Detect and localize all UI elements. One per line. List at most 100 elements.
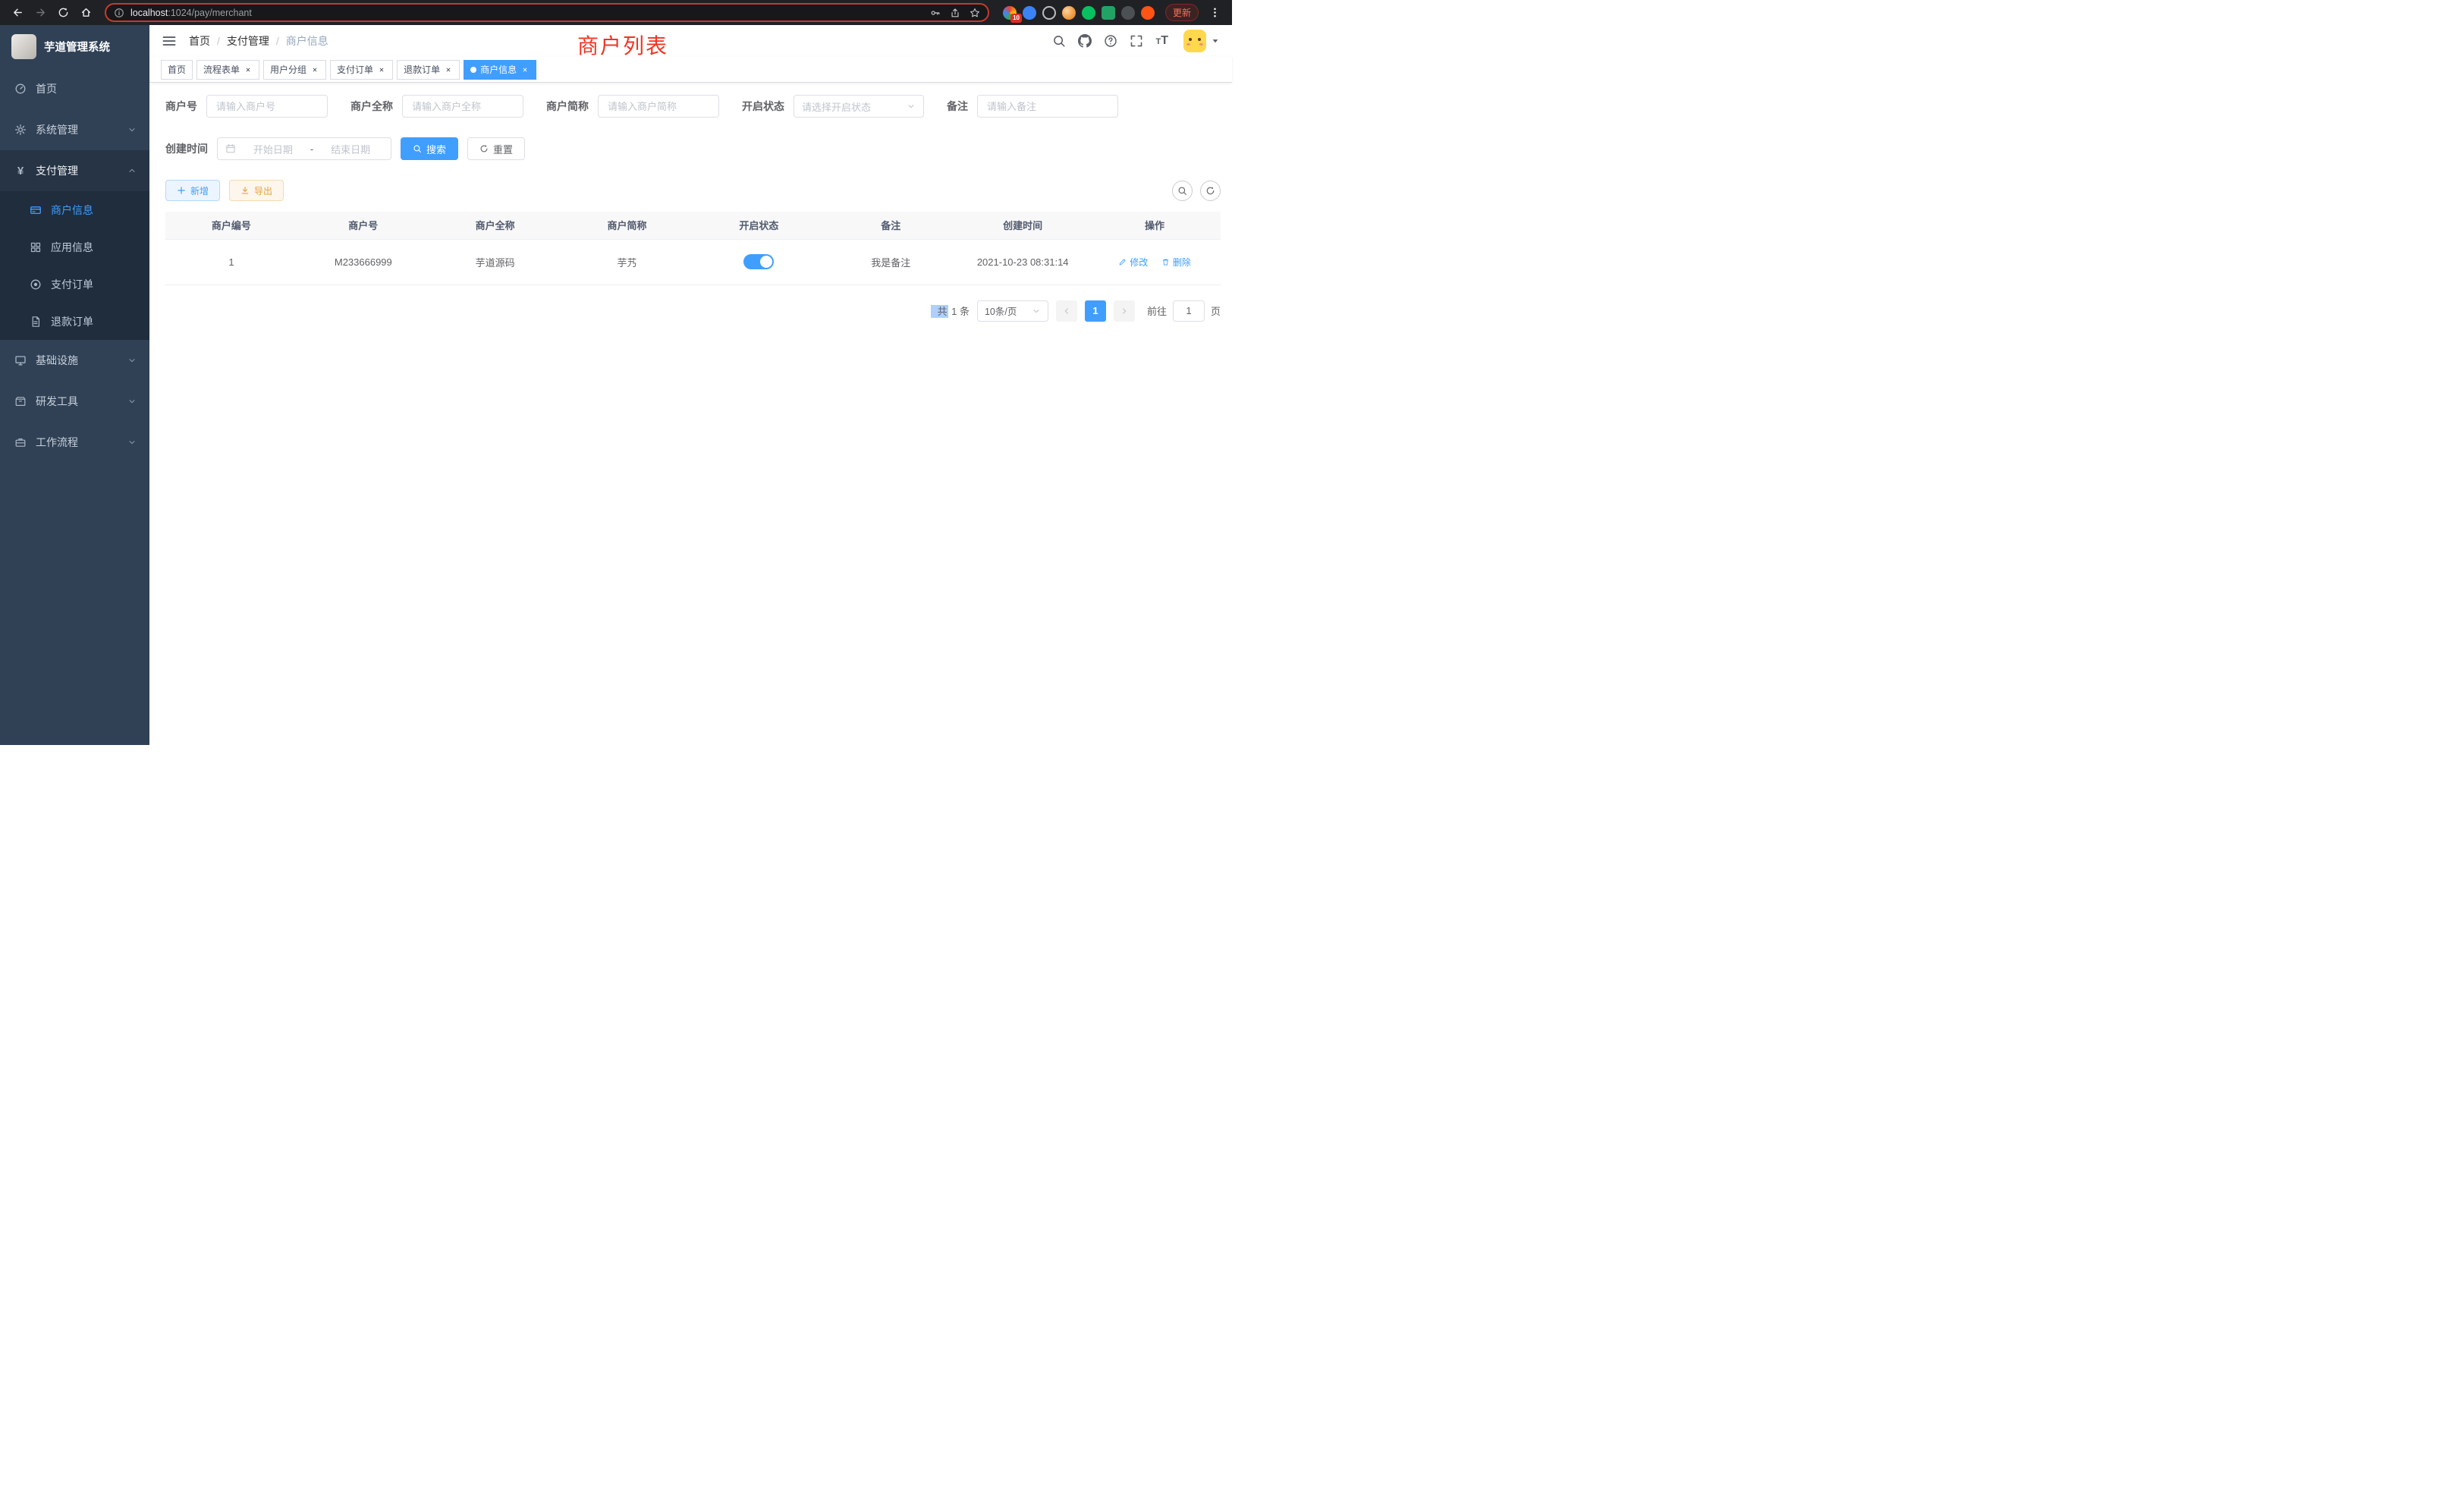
url-text: localhost:1024/pay/merchant	[130, 8, 924, 18]
help-icon[interactable]	[1104, 34, 1117, 48]
merchant-no-input[interactable]	[206, 95, 328, 118]
sidebar-subitem-app-info[interactable]: 应用信息	[0, 228, 149, 266]
browser-update-button[interactable]: 更新	[1165, 4, 1199, 21]
chevron-down-icon	[1032, 306, 1041, 316]
toggle-search-button[interactable]	[1172, 181, 1193, 201]
short-name-input[interactable]	[598, 95, 719, 118]
cell-actions: 修改 删除	[1089, 239, 1221, 284]
merchant-no-label: 商户号	[165, 99, 197, 114]
page-size-select[interactable]: 10条/页	[977, 300, 1048, 322]
add-button[interactable]: 新增	[165, 180, 220, 201]
remark-input[interactable]	[977, 95, 1118, 118]
home-icon[interactable]	[76, 3, 96, 23]
extension-icon-5[interactable]	[1082, 6, 1095, 20]
extension-icon-4[interactable]	[1062, 6, 1076, 20]
cell-status	[693, 239, 825, 284]
chevron-down-icon	[127, 397, 137, 406]
delete-link[interactable]: 删除	[1161, 256, 1191, 269]
forward-icon[interactable]	[30, 3, 50, 23]
status-toggle[interactable]	[743, 254, 774, 269]
search-icon	[413, 144, 422, 153]
next-page-button[interactable]	[1114, 300, 1135, 322]
bookmark-star-icon[interactable]	[970, 8, 980, 18]
extension-icon-8[interactable]	[1141, 6, 1155, 20]
close-icon[interactable]	[310, 65, 319, 74]
page-info-icon[interactable]	[114, 8, 124, 18]
reset-button[interactable]: 重置	[467, 137, 525, 160]
tab-user-group[interactable]: 用户分组	[263, 60, 326, 80]
payment-submenu: 商户信息 应用信息 支付订单 退款订单	[0, 191, 149, 340]
prev-page-button[interactable]	[1056, 300, 1077, 322]
col-merchant-id: 商户编号	[165, 212, 297, 239]
top-navbar: 首页 / 支付管理 / 商户信息 商户列表 TT	[149, 25, 1232, 57]
sidebar-subitem-merchant-info[interactable]: 商户信息	[0, 191, 149, 228]
tags-view: 首页 流程表单 用户分组 支付订单	[149, 57, 1232, 83]
close-icon[interactable]	[377, 65, 386, 74]
tab-refund-order[interactable]: 退款订单	[397, 60, 460, 80]
tab-merchant-info[interactable]: 商户信息	[464, 60, 536, 80]
extension-badge: 10	[1010, 14, 1022, 23]
breadcrumb-merchant-info: 商户信息	[286, 33, 328, 49]
close-icon[interactable]	[444, 65, 453, 74]
merchant-table: 商户编号 商户号 商户全称 商户简称 开启状态 备注 创建时间 操作 1	[165, 212, 1221, 285]
fullscreen-icon[interactable]	[1130, 34, 1143, 48]
sidebar-subitem-refund-order[interactable]: 退款订单	[0, 303, 149, 340]
create-time-range-picker[interactable]: 开始日期 - 结束日期	[217, 137, 391, 160]
share-icon[interactable]	[950, 8, 960, 18]
github-icon[interactable]	[1078, 34, 1092, 48]
reload-icon[interactable]	[53, 3, 73, 23]
grid-icon	[30, 241, 42, 253]
dashboard-icon	[14, 83, 27, 95]
browser-menu-icon[interactable]	[1205, 3, 1224, 23]
plus-icon	[177, 186, 186, 195]
address-bar[interactable]: localhost:1024/pay/merchant	[105, 3, 989, 22]
search-button[interactable]: 搜索	[401, 137, 458, 160]
sidebar-subitem-pay-order[interactable]: 支付订单	[0, 266, 149, 303]
close-icon[interactable]	[244, 65, 253, 74]
document-icon	[30, 316, 42, 328]
chevron-left-icon	[1062, 306, 1071, 316]
page-1-button[interactable]: 1	[1085, 300, 1106, 322]
tab-home[interactable]: 首页	[161, 60, 193, 80]
extension-icon-3[interactable]	[1042, 6, 1056, 20]
password-key-icon[interactable]	[930, 8, 941, 18]
goto-page-input[interactable]	[1173, 300, 1205, 322]
table-toolbar: 新增 导出	[165, 180, 1221, 201]
extension-icon-7[interactable]	[1121, 6, 1135, 20]
briefcase-icon	[14, 436, 27, 448]
cell-remark: 我是备注	[825, 239, 957, 284]
status-label: 开启状态	[742, 99, 784, 114]
tab-process-form[interactable]: 流程表单	[196, 60, 259, 80]
sidebar-item-infrastructure[interactable]: 基础设施	[0, 340, 149, 381]
extension-icon-2[interactable]	[1023, 6, 1036, 20]
extension-icon-6[interactable]	[1102, 6, 1115, 20]
close-icon[interactable]	[520, 65, 530, 74]
back-icon[interactable]	[8, 3, 27, 23]
calendar-icon	[225, 143, 236, 154]
browser-toolbar: localhost:1024/pay/merchant 10 更新	[0, 0, 1232, 25]
sidebar-item-devtools[interactable]: 研发工具	[0, 381, 149, 422]
font-size-icon[interactable]: TT	[1155, 35, 1168, 47]
status-select[interactable]: 请选择开启状态	[794, 95, 924, 118]
credit-card-icon	[30, 204, 42, 216]
yen-icon: ¥	[14, 165, 27, 177]
hamburger-icon[interactable]	[162, 33, 177, 49]
breadcrumb-payment[interactable]: 支付管理	[227, 33, 269, 49]
sidebar-item-home[interactable]: 首页	[0, 68, 149, 109]
user-avatar-menu[interactable]	[1183, 30, 1220, 52]
sidebar-item-workflow[interactable]: 工作流程	[0, 422, 149, 463]
tab-pay-order[interactable]: 支付订单	[330, 60, 393, 80]
filter-row-2: 创建时间 开始日期 - 结束日期 搜索 重置	[165, 137, 1221, 160]
refresh-table-button[interactable]	[1200, 181, 1221, 201]
full-name-input[interactable]	[402, 95, 523, 118]
refresh-icon	[479, 144, 489, 153]
app-logo[interactable]: 芋道管理系统	[0, 25, 149, 68]
search-icon[interactable]	[1052, 34, 1066, 48]
extension-icon-1[interactable]: 10	[1003, 6, 1017, 20]
edit-link[interactable]: 修改	[1118, 256, 1148, 269]
sidebar-item-payment[interactable]: ¥ 支付管理	[0, 150, 149, 191]
export-button[interactable]: 导出	[229, 180, 284, 201]
sidebar-item-system[interactable]: 系统管理	[0, 109, 149, 150]
date-end-placeholder: 结束日期	[318, 142, 383, 156]
breadcrumb-home[interactable]: 首页	[189, 33, 210, 49]
